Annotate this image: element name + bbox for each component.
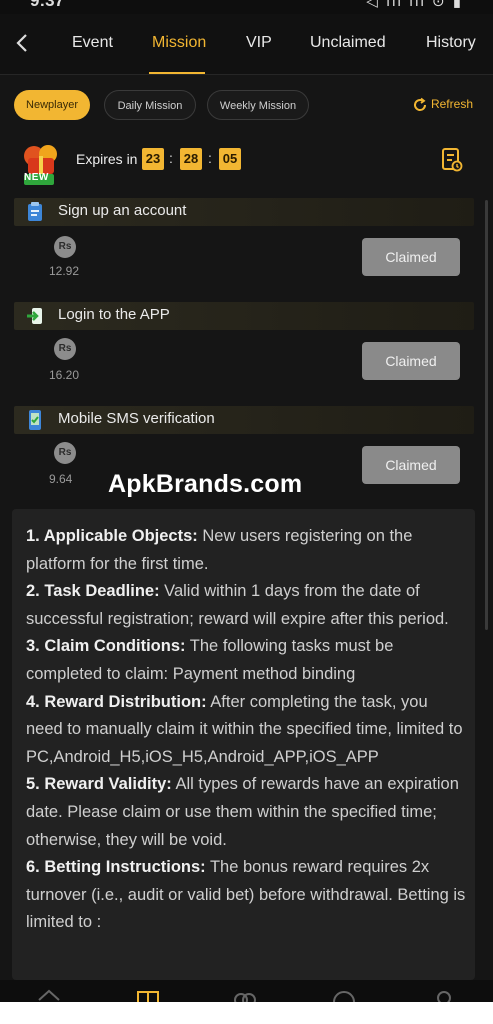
claimed-button[interactable]: Claimed	[362, 238, 460, 276]
chevron-left-icon	[16, 34, 27, 52]
top-tab-bar: Event Mission VIP Unclaimed History	[0, 14, 493, 75]
countdown-seconds: 05	[219, 148, 241, 170]
rules-panel: 1. Applicable Objects: New users registe…	[12, 509, 475, 980]
rule-heading: 2. Task Deadline:	[26, 582, 160, 601]
active-tab-indicator	[149, 72, 205, 74]
rule-item: 1. Applicable Objects: New users registe…	[26, 523, 466, 578]
task-card: Login to the APP Rs 16.20 Claimed	[14, 302, 474, 394]
task-header: Sign up an account	[14, 198, 474, 226]
wallet-icon[interactable]	[332, 988, 356, 1002]
task-reward-amount: 9.64	[49, 472, 73, 486]
tab-vip[interactable]: VIP	[246, 34, 272, 52]
rule-item: 6. Betting Instructions: The bonus rewar…	[26, 854, 466, 937]
status-time: 9:37	[30, 0, 65, 10]
chip-weekly-mission[interactable]: Weekly Mission	[207, 90, 309, 120]
rule-item: 4. Reward Distribution: After completing…	[26, 689, 466, 772]
task-header: Login to the APP	[14, 302, 474, 330]
expires-label: Expires in	[76, 151, 138, 167]
task-card: Sign up an account Rs 12.92 Claimed	[14, 198, 474, 290]
rules-text: 1. Applicable Objects: New users registe…	[26, 523, 466, 937]
expiry-row: NEW Expires in 23 : 28 : 05	[0, 136, 493, 186]
rule-heading: 1. Applicable Objects:	[26, 527, 198, 545]
profile-icon[interactable]	[432, 988, 456, 1002]
refresh-button[interactable]: Refresh	[412, 97, 473, 113]
tab-unclaimed[interactable]: Unclaimed	[310, 34, 386, 52]
countdown-hours: 23	[142, 148, 164, 170]
rupee-coin-icon: Rs	[54, 236, 76, 258]
rule-heading: 3. Claim Conditions:	[26, 637, 186, 656]
gift-nav-icon[interactable]	[136, 988, 160, 1002]
refresh-label: Refresh	[430, 97, 473, 112]
countdown-colon: :	[169, 150, 173, 166]
rule-item: 2. Task Deadline: Valid within 1 days fr…	[26, 578, 466, 633]
claimed-button[interactable]: Claimed	[362, 446, 460, 484]
tab-event[interactable]: Event	[72, 34, 113, 52]
chip-daily-mission[interactable]: Daily Mission	[104, 90, 196, 120]
countdown-minutes: 28	[180, 148, 202, 170]
mobile-sms-icon	[29, 410, 41, 430]
rule-item: 5. Reward Validity: All types of rewards…	[26, 771, 466, 854]
rules-document-icon[interactable]	[441, 147, 463, 173]
task-reward-amount: 12.92	[49, 264, 80, 278]
rupee-coin-icon: Rs	[54, 442, 76, 464]
status-icons: ◁ ıll ıll ⊙ ▮	[366, 0, 463, 10]
scrollbar[interactable]	[485, 200, 488, 630]
clipboard-icon	[28, 202, 42, 221]
back-button[interactable]	[10, 30, 34, 56]
mission-filter-bar: Newplayer Daily Mission Weekly Mission R…	[0, 88, 493, 124]
rule-item: 3. Claim Conditions: The following tasks…	[26, 633, 466, 688]
new-badge: NEW	[24, 172, 49, 183]
watermark-text: ApkBrands.com	[108, 470, 303, 498]
task-header: Mobile SMS verification	[14, 406, 474, 434]
screen-bottom-edge	[0, 1002, 493, 1024]
login-icon	[27, 308, 42, 324]
games-icon[interactable]	[233, 988, 257, 1002]
refresh-icon	[413, 97, 426, 111]
task-reward-amount: 16.20	[49, 368, 80, 382]
countdown-colon: :	[208, 150, 212, 166]
rule-heading: 6. Betting Instructions:	[26, 858, 206, 877]
status-bar: 9:37 ◁ ıll ıll ⊙ ▮	[0, 0, 493, 14]
chip-newplayer[interactable]: Newplayer	[14, 90, 90, 120]
tab-history[interactable]: History	[426, 34, 476, 52]
rule-heading: 4. Reward Distribution:	[26, 692, 207, 711]
task-title: Mobile SMS verification	[58, 410, 215, 427]
task-title: Sign up an account	[58, 202, 187, 219]
rupee-coin-icon: Rs	[54, 338, 76, 360]
rule-heading: 5. Reward Validity:	[26, 775, 172, 794]
tab-mission[interactable]: Mission	[152, 34, 206, 52]
claimed-button[interactable]: Claimed	[362, 342, 460, 380]
home-icon[interactable]	[37, 988, 61, 1002]
task-title: Login to the APP	[58, 306, 170, 323]
bottom-nav-bar	[0, 980, 493, 1002]
